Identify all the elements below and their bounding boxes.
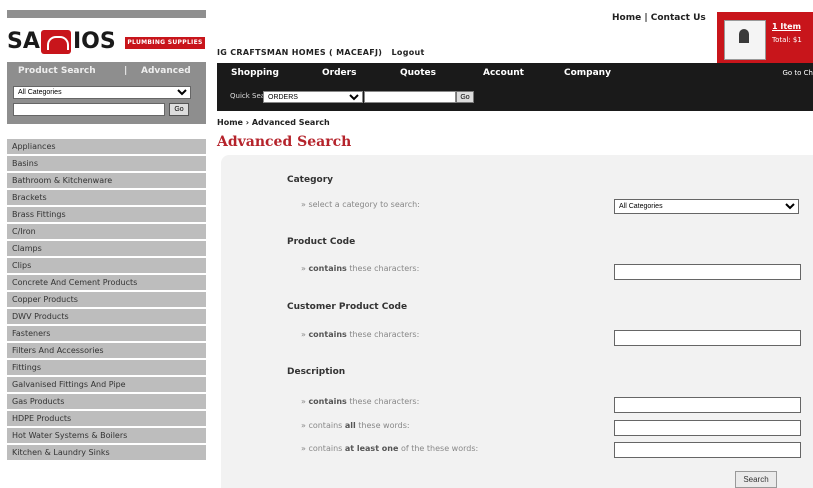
description-chars-label: » contains these characters: (301, 397, 420, 406)
category-item[interactable]: C/Iron (7, 224, 206, 241)
tab-advanced[interactable]: Advanced (141, 66, 191, 76)
description-any-label: » contains at least one of the these wor… (301, 444, 479, 453)
description-chars-input[interactable] (614, 397, 801, 413)
category-item[interactable]: HDPE Products (7, 411, 206, 428)
account-bar: IG CRAFTSMAN HOMES ( MACEAFJ) Logout (217, 48, 425, 57)
main-nav: Shopping Orders Quotes Account Company G… (217, 63, 813, 111)
nav-quotes[interactable]: Quotes (400, 68, 436, 78)
nav-company[interactable]: Company (564, 68, 611, 78)
category-item[interactable]: Copper Products (7, 292, 206, 309)
description-all-label: » contains all these words: (301, 421, 410, 430)
product-code-label: » contains these characters: (301, 264, 420, 273)
logo[interactable]: SA IOS PLUMBING SUPPLIES (7, 27, 206, 57)
customer-code-label: » contains these characters: (301, 330, 420, 339)
quick-search-select[interactable]: ORDERS (263, 91, 363, 103)
top-bar (7, 10, 206, 18)
category-item[interactable]: Fasteners (7, 326, 206, 343)
category-item[interactable]: Appliances (7, 139, 206, 156)
category-item[interactable]: Fittings (7, 360, 206, 377)
account-name: IG CRAFTSMAN HOMES ( MACEAFJ) (217, 48, 383, 57)
description-all-input[interactable] (614, 420, 801, 436)
nav-account[interactable]: Account (483, 68, 524, 78)
category-item[interactable]: Clamps (7, 241, 206, 258)
label-pre: contains (308, 421, 343, 430)
cart-items-link[interactable]: 1 Item (772, 22, 801, 31)
cart-total: Total: $1 (772, 36, 802, 44)
label-rest: these characters: (349, 264, 420, 273)
left-sidebar: SA IOS PLUMBING SUPPLIES Product Search … (0, 0, 213, 488)
customer-code-heading: Customer Product Code (287, 302, 408, 312)
search-tabs: Product Search | Advanced (7, 64, 206, 78)
nav-orders[interactable]: Orders (322, 68, 356, 78)
product-search-box: Product Search | Advanced All Categories… (7, 62, 206, 124)
category-item[interactable]: Brass Fittings (7, 207, 206, 224)
sidebar-go-button[interactable]: Go (169, 103, 189, 116)
contains-bold: contains (308, 330, 347, 339)
logo-text-sa: SA (7, 29, 40, 54)
category-item[interactable]: Filters And Accessories (7, 343, 206, 360)
category-item[interactable]: Bathroom & Kitchenware (7, 173, 206, 190)
label-pre: contains (308, 444, 343, 453)
label-rest: of the these words: (400, 444, 479, 453)
logo-mark-icon (41, 30, 71, 54)
category-item[interactable]: Gas Products (7, 394, 206, 411)
description-any-input[interactable] (614, 442, 801, 458)
product-search-input[interactable] (13, 103, 165, 116)
customer-code-input[interactable] (614, 330, 801, 346)
category-item[interactable]: Basins (7, 156, 206, 173)
logout-link[interactable]: Logout (392, 48, 425, 57)
quick-search-go-button[interactable]: Go (456, 91, 474, 103)
product-code-heading: Product Code (287, 237, 356, 247)
header-links[interactable]: Home | Contact Us (612, 13, 706, 23)
category-list: Appliances Basins Bathroom & Kitchenware… (7, 139, 206, 462)
page-title: Advanced Search (217, 134, 352, 150)
category-item[interactable]: Galvanised Fittings And Pipe (7, 377, 206, 394)
category-item[interactable]: Concrete And Cement Products (7, 275, 206, 292)
category-item[interactable]: Clips (7, 258, 206, 275)
advanced-category-select[interactable]: All Categories (614, 199, 799, 214)
tab-product-search[interactable]: Product Search (18, 66, 96, 76)
description-heading: Description (287, 367, 346, 377)
category-label: » select a category to search: (301, 200, 420, 209)
logo-tagline: PLUMBING SUPPLIES (125, 37, 205, 49)
product-code-input[interactable] (614, 264, 801, 280)
breadcrumb[interactable]: Home › Advanced Search (217, 118, 330, 127)
label-rest: these characters: (349, 330, 420, 339)
category-heading: Category (287, 175, 334, 185)
label-rest: these characters: (349, 397, 420, 406)
category-item[interactable]: Kitchen & Laundry Sinks (7, 445, 206, 462)
all-bold: all (344, 421, 356, 430)
search-button[interactable]: Search (735, 471, 777, 488)
logo-text-ios: IOS (73, 29, 116, 54)
label-rest: these words: (358, 421, 410, 430)
cart-summary[interactable]: 1 Item Total: $1 (717, 12, 813, 65)
goto-link[interactable]: Go to Ch (782, 69, 813, 77)
category-item[interactable]: Brackets (7, 190, 206, 207)
category-item[interactable]: Hot Water Systems & Boilers (7, 428, 206, 445)
tab-separator: | (124, 66, 128, 76)
category-select[interactable]: All Categories (13, 86, 191, 99)
quick-search-input[interactable] (364, 91, 456, 103)
nav-shopping[interactable]: Shopping (231, 68, 279, 78)
contains-bold: contains (308, 264, 347, 273)
category-item[interactable]: DWV Products (7, 309, 206, 326)
at-least-one-bold: at least one (344, 444, 399, 453)
contains-bold: contains (308, 397, 347, 406)
cart-person-icon (724, 20, 766, 60)
